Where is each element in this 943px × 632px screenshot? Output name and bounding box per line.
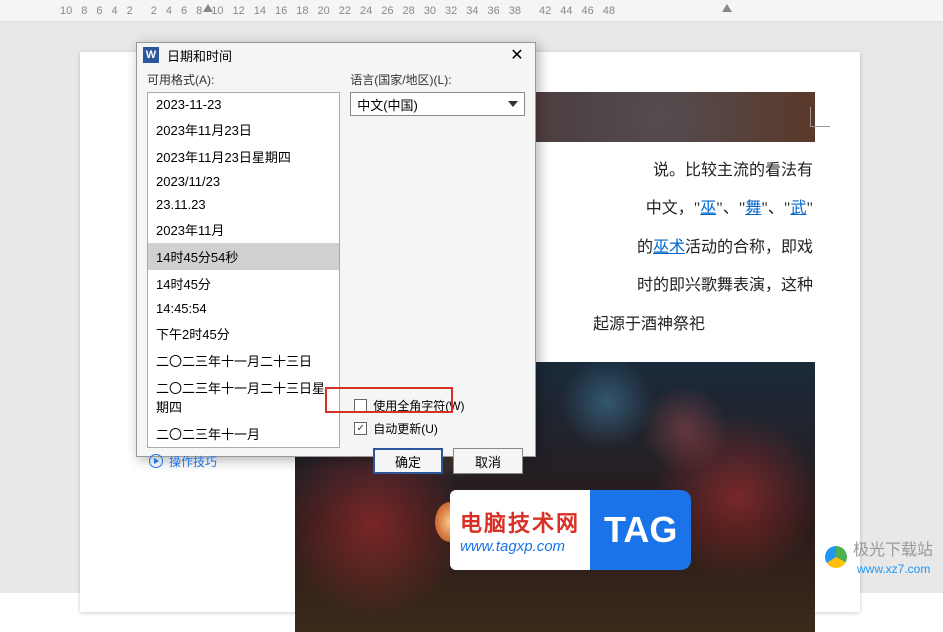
ruler-tick: 4	[166, 5, 172, 17]
ruler-tick: 26	[381, 5, 393, 17]
cancel-button[interactable]: 取消	[453, 448, 523, 474]
badge-site-name: 电脑技术网	[460, 506, 580, 538]
page-corner-mark	[810, 107, 830, 127]
format-option[interactable]: 14时45分	[148, 270, 339, 297]
ruler-tick: 46	[582, 5, 594, 17]
watermark-badge: 电脑技术网 www.tagxp.com TAG	[450, 490, 750, 570]
format-option[interactable]: 2023年11月23日	[148, 116, 339, 143]
format-option[interactable]: 2023年11月	[148, 216, 339, 243]
ruler-tick: 20	[318, 5, 330, 17]
close-button[interactable]: ✕	[505, 43, 529, 67]
format-option[interactable]: 2023/11/23	[148, 170, 339, 193]
date-time-dialog: W 日期和时间 ✕ 可用格式(A): 2023-11-232023年11月23日…	[136, 42, 536, 457]
ruler-tick: 42	[539, 5, 551, 17]
link-wu2[interactable]: 舞	[745, 200, 761, 217]
ruler-tick: 8	[81, 5, 87, 17]
ruler-tick: 18	[296, 5, 308, 17]
formats-label: 可用格式(A):	[147, 71, 340, 88]
horizontal-ruler: 1086422468101214161820222426283032343638…	[0, 0, 943, 22]
format-option[interactable]: 2023年11月23日星期四	[148, 143, 339, 170]
format-option[interactable]: 2023-11-23	[148, 93, 339, 116]
link-wu3[interactable]: 武	[790, 200, 806, 217]
ruler-indent-right[interactable]	[722, 4, 732, 12]
ruler-tick: 2	[151, 5, 157, 17]
ruler-tick: 6	[181, 5, 187, 17]
ruler-tick: 34	[466, 5, 478, 17]
link-wushu[interactable]: 巫术	[653, 239, 685, 256]
watermark-logo-icon	[825, 546, 847, 568]
ruler-tick: 10	[60, 5, 72, 17]
dialog-titlebar[interactable]: W 日期和时间 ✕	[137, 43, 535, 67]
text-line-4: 时的即兴歌舞表演，这种	[637, 277, 813, 294]
fullwidth-checkbox[interactable]	[354, 399, 367, 412]
ruler-tick: 14	[254, 5, 266, 17]
corner-watermark: 极光下载站 www.xz7.com	[825, 536, 933, 578]
ruler-tick: 36	[488, 5, 500, 17]
language-value: 中文(中国)	[357, 95, 418, 114]
dialog-title-text: 日期和时间	[167, 46, 232, 65]
ruler-tick: 2	[127, 5, 133, 17]
app-icon: W	[143, 47, 159, 63]
text-line-1: 说。比较主流的看法有	[653, 162, 813, 179]
format-option[interactable]: 下午2时45分	[148, 320, 339, 347]
format-option[interactable]: 二〇二三年十一月二十三日	[148, 347, 339, 374]
ruler-tick: 48	[603, 5, 615, 17]
ruler-tick: 38	[509, 5, 521, 17]
format-option[interactable]: 二〇二三年十一月二十三日星期四	[148, 374, 339, 420]
ruler-tick: 32	[445, 5, 457, 17]
format-option[interactable]: 14时45分54秒	[148, 243, 339, 270]
autoupdate-label: 自动更新(U)	[373, 420, 438, 437]
autoupdate-checkbox[interactable]: ✓	[354, 422, 367, 435]
ruler-indent-left[interactable]	[203, 4, 213, 12]
autoupdate-checkbox-row[interactable]: ✓ 自动更新(U)	[350, 417, 525, 440]
link-wu1[interactable]: 巫	[700, 200, 716, 217]
ruler-tick: 6	[96, 5, 102, 17]
format-option[interactable]: 二〇二三年十一月	[148, 420, 339, 447]
format-listbox[interactable]: 2023-11-232023年11月23日2023年11月23日星期四2023/…	[147, 92, 340, 448]
badge-site-url: www.tagxp.com	[460, 538, 580, 555]
play-icon	[149, 454, 163, 468]
ruler-tick: 16	[275, 5, 287, 17]
text-line-5: 起源于酒神祭祀	[593, 316, 705, 333]
ruler-tick: 12	[233, 5, 245, 17]
chevron-down-icon	[508, 101, 518, 107]
fullwidth-checkbox-row[interactable]: 使用全角字符(W)	[350, 394, 525, 417]
fullwidth-label: 使用全角字符(W)	[373, 397, 464, 414]
ok-button[interactable]: 确定	[373, 448, 443, 474]
ruler-tick: 22	[339, 5, 351, 17]
ruler-tick: 24	[360, 5, 372, 17]
ruler-tick: 44	[560, 5, 572, 17]
language-label: 语言(国家/地区)(L):	[350, 71, 525, 88]
language-select[interactable]: 中文(中国)	[350, 92, 525, 116]
format-option[interactable]: 14:45:54	[148, 297, 339, 320]
ruler-tick: 4	[112, 5, 118, 17]
ruler-tick: 8	[196, 5, 202, 17]
ruler-tick: 10	[211, 5, 223, 17]
ruler-tick: 30	[424, 5, 436, 17]
badge-tag: TAG	[590, 490, 691, 570]
ruler-tick: 28	[403, 5, 415, 17]
format-option[interactable]: 23.11.23	[148, 193, 339, 216]
tips-link[interactable]: 操作技巧	[149, 453, 217, 470]
